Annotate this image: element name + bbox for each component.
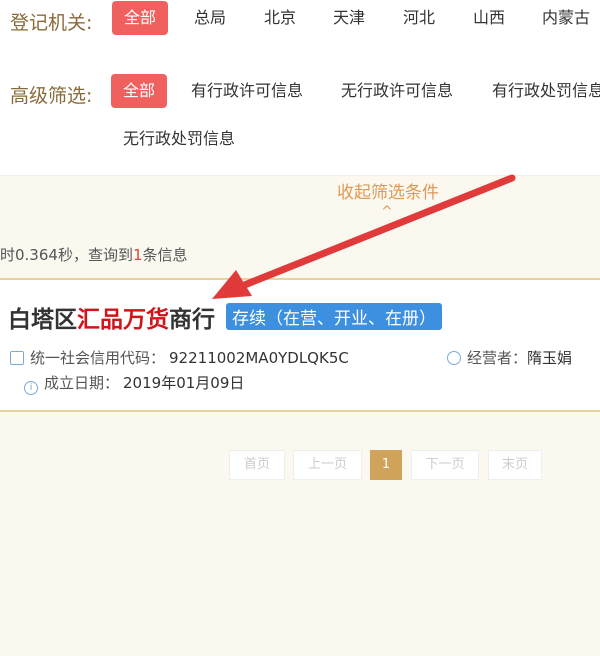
arrow-shaft [228,174,516,294]
annotation-arrow [212,174,516,299]
